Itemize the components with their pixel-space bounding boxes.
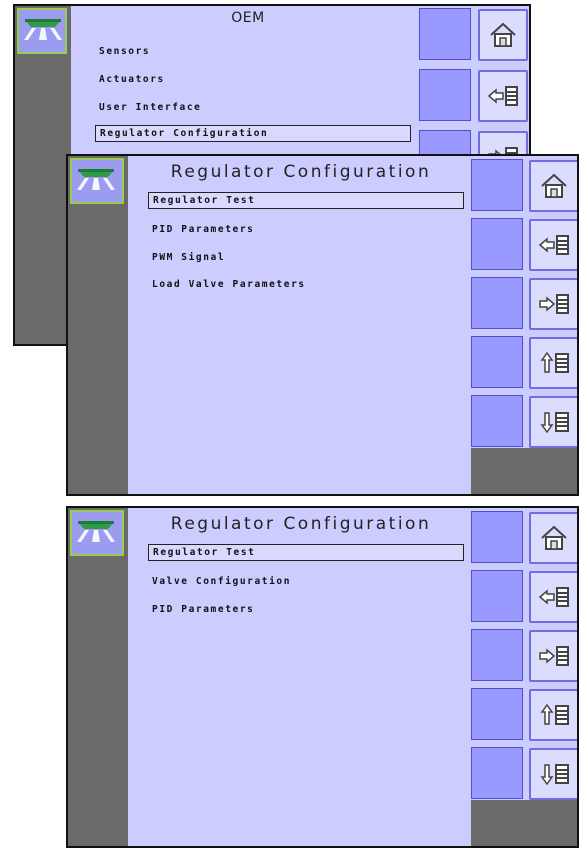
menu-item-regulator-test[interactable]: Regulator Test — [148, 544, 464, 561]
home-button[interactable] — [478, 9, 528, 61]
app-tile[interactable] — [17, 8, 67, 54]
menu-item-sensors[interactable]: Sensors — [95, 44, 154, 59]
home-button[interactable] — [529, 512, 577, 564]
sprayer-icon — [77, 169, 115, 190]
menu-item-regulator-test[interactable]: Regulator Test — [148, 192, 464, 209]
house-icon — [541, 173, 567, 198]
house-icon — [541, 525, 567, 550]
scroll-down-button[interactable] — [529, 748, 577, 800]
regulator-content: Regulator Configuration Regulator Test P… — [130, 156, 472, 494]
arrow-right-list-icon — [539, 294, 569, 314]
forward-button[interactable] — [529, 630, 577, 682]
status-column-box — [471, 629, 523, 681]
back-button[interactable] — [529, 219, 577, 271]
status-column-box — [471, 570, 523, 622]
scroll-down-button[interactable] — [529, 396, 577, 448]
arrow-down-list-icon — [540, 412, 569, 434]
arrow-left-list-icon — [487, 86, 518, 106]
status-column-box — [471, 688, 523, 740]
menu-item-pid-parameters[interactable]: PID Parameters — [148, 602, 258, 617]
scroll-up-button[interactable] — [529, 689, 577, 741]
status-column-box — [471, 747, 523, 799]
left-sidebar — [68, 156, 128, 494]
status-column-box — [471, 159, 523, 211]
arrow-right-list-icon — [539, 646, 569, 666]
forward-button[interactable] — [529, 278, 577, 330]
menu-item-user-interface[interactable]: User Interface — [95, 100, 205, 115]
menu-item-regulator-configuration[interactable]: Regulator Configuration — [95, 125, 411, 142]
page-title: Regulator Configuration — [170, 162, 432, 182]
menu-item-load-valve-parameters[interactable]: Load Valve Parameters — [148, 277, 310, 292]
status-column-filler — [471, 800, 577, 846]
arrow-left-list-icon — [538, 587, 569, 607]
regulator-screen-b: Regulator Configuration Regulator Test V… — [66, 506, 579, 848]
menu-item-pid-parameters[interactable]: PID Parameters — [148, 222, 258, 237]
app-tile[interactable] — [70, 510, 124, 556]
sprayer-icon — [24, 19, 62, 40]
status-column-box — [471, 218, 523, 270]
status-column-box — [419, 69, 471, 121]
app-tile[interactable] — [70, 158, 124, 204]
back-button[interactable] — [478, 70, 528, 122]
status-column-box — [471, 336, 523, 388]
back-button[interactable] — [529, 571, 577, 623]
home-button[interactable] — [529, 160, 577, 212]
page-title: Regulator Configuration — [170, 514, 432, 534]
menu-item-pwm-signal[interactable]: PWM Signal — [148, 250, 229, 265]
status-column-box — [419, 8, 471, 60]
scroll-up-button[interactable] — [529, 337, 577, 389]
regulator-content: Regulator Configuration Regulator Test V… — [130, 508, 472, 846]
menu-item-actuators[interactable]: Actuators — [95, 72, 169, 87]
arrow-down-list-icon — [540, 764, 569, 786]
arrow-left-list-icon — [538, 235, 569, 255]
arrow-up-list-icon — [540, 351, 569, 373]
left-sidebar — [15, 6, 71, 344]
status-column-box — [471, 277, 523, 329]
arrow-up-list-icon — [540, 703, 569, 725]
status-column-box — [471, 395, 523, 447]
status-column-filler — [471, 448, 577, 494]
menu-item-valve-configuration[interactable]: Valve Configuration — [148, 574, 295, 589]
house-icon — [490, 22, 516, 47]
page-title: OEM — [231, 10, 265, 26]
left-sidebar — [68, 508, 128, 846]
regulator-screen-a: Regulator Configuration Regulator Test P… — [66, 154, 579, 496]
status-column-box — [471, 511, 523, 563]
sprayer-icon — [77, 521, 115, 542]
